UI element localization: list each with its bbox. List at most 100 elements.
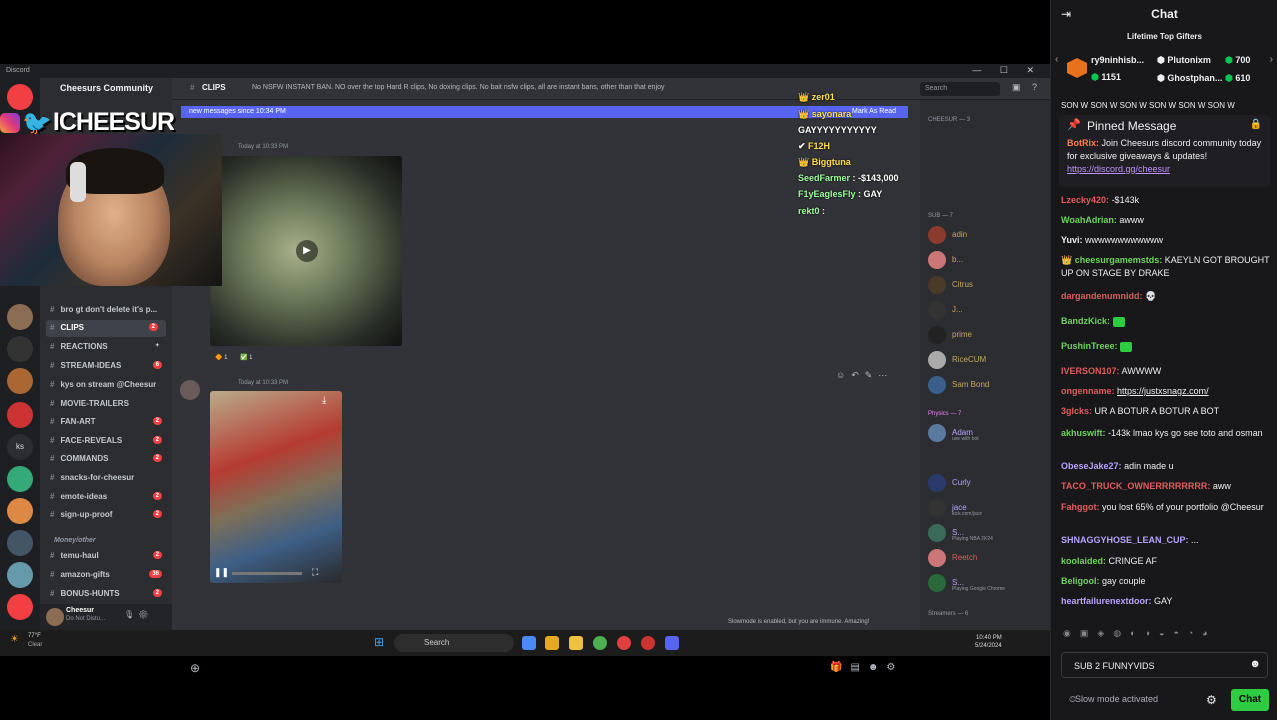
chevron-left-icon[interactable]: ‹	[1055, 54, 1058, 65]
member-item[interactable]: Curly	[928, 474, 1048, 494]
chat-input[interactable]: SUB 2 FUNNYVIDS ☻	[1061, 652, 1268, 678]
windows-start-icon[interactable]: ⊞	[374, 635, 384, 649]
reaction[interactable]: ✅ 1	[240, 354, 252, 361]
mark-read-button[interactable]: Mark As Read	[852, 108, 896, 115]
chat-username[interactable]: ongenname:	[1061, 386, 1115, 396]
member-item[interactable]: RiceCUM	[928, 351, 1048, 371]
chat-username[interactable]: 3glcks:	[1061, 406, 1092, 416]
gear-icon[interactable]: ⚙	[1206, 693, 1217, 707]
lock-icon[interactable]: 🔒	[1250, 119, 1262, 130]
channel-item[interactable]: # amazon-gifts 36	[50, 567, 170, 584]
video-attachment[interactable]: ▶	[210, 156, 402, 346]
channel-item[interactable]: # BONUS-HUNTS 2	[50, 586, 170, 603]
chat-username[interactable]: Fahggot:	[1061, 502, 1100, 512]
reaction[interactable]: 🔶 1	[215, 354, 227, 361]
chat-username[interactable]: WoahAdrian:	[1061, 215, 1117, 225]
member-item[interactable]: Adam use with bot	[928, 424, 1048, 444]
channel-item[interactable]: # FAN-ART 2	[50, 414, 170, 431]
chat-username[interactable]: PushinTreee:	[1061, 341, 1118, 351]
member-item[interactable]: Reetch	[928, 549, 1048, 569]
server-icon[interactable]	[7, 336, 33, 362]
chat-link[interactable]: https://justxsnagz.com/	[1117, 386, 1209, 396]
video-attachment[interactable]: ❚❚ ⛶ ⤓	[210, 391, 342, 583]
channel-item[interactable]: # MOVIE-TRAILERS	[50, 396, 170, 413]
channel-item[interactable]: # temu-haul 2	[50, 548, 170, 565]
add-attachment-icon[interactable]: ⊕	[190, 661, 200, 675]
member-item[interactable]: S... Playing Google Chrome	[928, 574, 1048, 594]
server-icon[interactable]	[7, 466, 33, 492]
search-input[interactable]: Search	[920, 82, 1000, 96]
help-icon[interactable]: ?	[1032, 82, 1037, 92]
channel-item[interactable]: # snacks-for-cheesur	[50, 470, 170, 487]
member-item[interactable]: J...	[928, 301, 1048, 321]
browser-icon[interactable]	[617, 636, 631, 650]
chevron-right-icon[interactable]: ›	[1270, 54, 1273, 65]
member-item[interactable]: b...	[928, 251, 1048, 271]
server-icon[interactable]	[7, 498, 33, 524]
gifter-name[interactable]: ⬢ Ghostphan...	[1157, 73, 1222, 84]
chat-username[interactable]: heartfailurenextdoor:	[1061, 596, 1152, 606]
channel-item[interactable]: # STREAM-IDEAS 6	[50, 358, 170, 375]
taskbar-clock[interactable]: 10:40 PM 5/24/2024	[975, 634, 1002, 650]
server-icon[interactable]	[7, 562, 33, 588]
chat-username[interactable]: ObeseJake27:	[1061, 461, 1122, 471]
channel-item[interactable]: # emote-ideas 2	[50, 489, 170, 506]
server-icon[interactable]	[7, 594, 33, 620]
server-icon[interactable]	[7, 530, 33, 556]
member-item[interactable]: S... Playing NBA 2K24	[928, 524, 1048, 544]
chat-username[interactable]: Yuvi:	[1061, 235, 1083, 245]
taskbar-search[interactable]: Search	[394, 634, 514, 652]
input-tools-icons[interactable]: 🎁▤☻⚙	[830, 662, 903, 673]
server-icon[interactable]	[7, 402, 33, 428]
avatar[interactable]	[180, 380, 200, 400]
message-input-row[interactable]: ⊕ 🎁▤☻⚙	[180, 658, 910, 680]
chat-username[interactable]: Lzecky420:	[1061, 195, 1109, 205]
discord-icon[interactable]	[665, 636, 679, 650]
member-item[interactable]: Citrus	[928, 276, 1048, 296]
play-icon[interactable]: ▶	[296, 240, 318, 262]
video-progress[interactable]	[232, 572, 302, 575]
chat-username[interactable]: cheesurgamemstds:	[1075, 255, 1163, 265]
server-icon[interactable]	[7, 368, 33, 394]
chat-username[interactable]: IVERSON107:	[1061, 366, 1120, 376]
channel-item[interactable]: # FACE-REVEALS 2	[50, 433, 170, 450]
message-actions[interactable]: ☺↶✎⋯	[836, 370, 893, 381]
chat-username[interactable]: SHNAGGYHOSE_LEAN_CUP:	[1061, 535, 1189, 545]
avatar[interactable]	[46, 608, 64, 626]
window-controls[interactable]: — ☐ ✕	[972, 65, 1042, 76]
chat-username[interactable]: koolaided:	[1061, 556, 1106, 566]
server-icon[interactable]	[7, 84, 33, 110]
file-explorer-icon[interactable]	[569, 636, 583, 650]
chrome-icon[interactable]	[593, 636, 607, 650]
chat-username[interactable]: Beligool:	[1061, 576, 1100, 586]
category-label[interactable]: Money/other	[54, 537, 96, 544]
gifter-name[interactable]: ry9ninhisb...	[1091, 55, 1144, 65]
chat-send-button[interactable]: Chat	[1231, 689, 1269, 711]
pause-icon[interactable]: ❚❚	[214, 567, 229, 578]
mic-icon[interactable]: 🎙⚙	[124, 610, 152, 619]
member-item[interactable]: adin	[928, 226, 1048, 246]
channel-topic[interactable]: No NSFW INSTANT BAN. NO over the top Har…	[252, 84, 665, 91]
channel-item[interactable]: # sign-up-proof 2	[50, 507, 170, 524]
server-icon[interactable]: ks	[7, 434, 33, 460]
chat-username[interactable]: BandzKick:	[1061, 316, 1110, 326]
download-icon[interactable]: ⤓	[322, 395, 326, 406]
member-item[interactable]: jace kick.com/jace	[928, 499, 1048, 519]
emote-picker-icon[interactable]: ☻	[1249, 658, 1261, 670]
chat-username[interactable]: TACO_TRUCK_OWNERRRRRRRR:	[1061, 481, 1210, 491]
chat-username[interactable]: akhuswift:	[1061, 428, 1106, 438]
inbox-icon[interactable]: ▣	[1012, 82, 1021, 93]
emote-bar[interactable]: ◉▣◈◍◐◑◒◓◔◕	[1063, 628, 1268, 640]
member-item[interactable]: Sam Bond	[928, 376, 1048, 396]
fullscreen-icon[interactable]: ⛶	[312, 567, 318, 578]
channel-item[interactable]: # REACTIONS +	[50, 339, 170, 356]
channel-item[interactable]: # COMMANDS 2	[50, 451, 170, 468]
channel-item[interactable]: # bro gt don't delete it's p...	[50, 302, 170, 319]
channel-item-clips[interactable]: # CLIPS 2	[46, 320, 166, 337]
app-icon[interactable]	[641, 636, 655, 650]
taskview-icon[interactable]	[522, 636, 536, 650]
app-icon[interactable]	[545, 636, 559, 650]
channel-item[interactable]: # kys on stream @Cheesur	[50, 377, 170, 394]
gifter-name[interactable]: ⬢ Plutonixm	[1157, 55, 1211, 66]
pinned-link[interactable]: https://discord.gg/cheesur	[1067, 164, 1170, 174]
